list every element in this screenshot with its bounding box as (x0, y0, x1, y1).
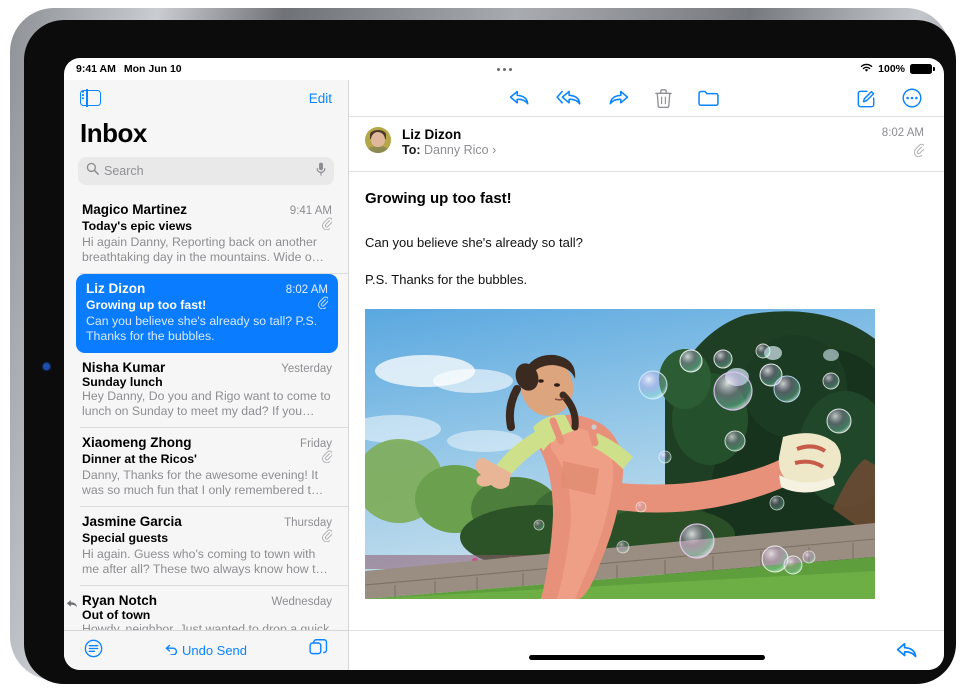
message-date: Yesterday (281, 363, 332, 375)
to-label: To: (402, 143, 421, 157)
status-bar: 9:41 AM Mon Jun 10 100% (64, 58, 944, 80)
message-paragraph: Can you believe she's already so tall? (365, 235, 583, 250)
mailbox-sidebar: Edit Inbox Search Magico Martinez 9:41 A… (64, 80, 349, 670)
message-date: Friday (300, 438, 332, 450)
ipad-screen: 9:41 AM Mon Jun 10 100% Edit Inbox Searc… (64, 58, 944, 670)
page-title: Inbox (80, 118, 147, 148)
message-header: Liz Dizon To: Danny Rico › 8:02 AM (349, 116, 944, 172)
search-input[interactable] (104, 164, 311, 178)
battery-percent-label: 100% (878, 63, 905, 75)
message-list-item[interactable]: Magico Martinez 9:41 AM Today's epic views… (80, 195, 348, 274)
message-timestamp: 8:02 AM (881, 127, 924, 139)
message-toolbar (349, 80, 944, 116)
message-sender: Ryan Notch (82, 593, 158, 608)
reply-icon[interactable] (896, 641, 918, 660)
message-subject: Today's epic views (82, 219, 192, 233)
message-subject: Growing up too fast! (86, 298, 207, 312)
message-preview: Hi again Danny, Reporting back on anothe… (82, 235, 324, 264)
message-list-item[interactable]: Liz Dizon 8:02 AM Growing up too fast! Can … (76, 274, 338, 353)
message-preview: Danny, Thanks for the awesome evening! I… (82, 468, 324, 497)
multitasking-dots-icon[interactable] (496, 67, 512, 71)
status-bar-right: 100% (860, 63, 935, 76)
message-preview: Howdy, neighbor, Just wanted to drop a q… (82, 622, 330, 630)
split-view: Edit Inbox Search Magico Martinez 9:41 A… (64, 80, 944, 670)
undo-arrow-icon (165, 643, 178, 658)
status-bar-center (64, 63, 944, 75)
message-preview: Hey Danny, Do you and Rigo want to come … (82, 389, 331, 418)
message-date: Wednesday (271, 596, 332, 608)
new-window-icon[interactable] (309, 638, 328, 663)
reply-icon[interactable] (509, 89, 530, 107)
sidebar-toggle-icon[interactable] (80, 89, 101, 107)
forward-icon[interactable] (608, 89, 629, 107)
ipad-device-frame: 9:41 AM Mon Jun 10 100% Edit Inbox Searc… (10, 8, 956, 684)
sidebar-bottom-toolbar: Undo Send (64, 630, 348, 670)
replied-arrow-icon (66, 596, 78, 614)
trash-icon[interactable] (655, 88, 672, 108)
paperclip-icon (322, 450, 333, 468)
paperclip-icon (322, 217, 333, 235)
chevron-right-icon[interactable]: › (492, 143, 496, 157)
message-list[interactable]: Magico Martinez 9:41 AM Today's epic views… (64, 195, 348, 630)
message-date: Thursday (284, 517, 332, 529)
message-preview: Hi again. Guess who's coming to town wit… (82, 547, 328, 576)
edit-button[interactable]: Edit (309, 91, 332, 106)
folder-icon[interactable] (698, 90, 719, 107)
message-subject: Dinner at the Ricos' (82, 452, 197, 466)
message-list-item[interactable]: Jasmine Garcia Thursday Special guests Hi a… (80, 507, 348, 586)
message-photo-attachment[interactable] (365, 309, 875, 599)
message-list-item[interactable]: Ryan Notch Wednesday Out of town Howdy, nei… (66, 586, 348, 630)
message-date: 9:41 AM (289, 205, 332, 217)
paperclip-icon (322, 529, 333, 547)
ipad-bezel: 9:41 AM Mon Jun 10 100% Edit Inbox Searc… (24, 20, 956, 684)
compose-icon[interactable] (857, 89, 876, 108)
detail-bottom-toolbar (349, 630, 944, 670)
message-sender: Xiaomeng Zhong (82, 435, 192, 450)
home-indicator[interactable] (528, 655, 765, 660)
more-ellipsis-icon[interactable] (902, 88, 922, 108)
wifi-icon (860, 63, 873, 76)
message-sender: Nisha Kumar (82, 360, 166, 375)
message-detail-pane: Liz Dizon To: Danny Rico › 8:02 AM Growi… (349, 80, 944, 670)
message-recipient[interactable]: To: Danny Rico › (402, 143, 871, 157)
avatar[interactable] (365, 127, 391, 153)
undo-send-button[interactable]: Undo Send (165, 643, 247, 658)
recipient-name: Danny Rico (424, 143, 489, 157)
message-date: 8:02 AM (285, 284, 328, 296)
reply-all-icon[interactable] (556, 89, 582, 107)
bezel-indicator-dot (43, 363, 50, 370)
search-icon (86, 162, 99, 180)
message-subject: Sunday lunch (82, 375, 163, 389)
message-sender: Magico Martinez (82, 202, 188, 217)
message-list-item[interactable]: Xiaomeng Zhong Friday Dinner at the Ricos'… (80, 428, 348, 507)
paperclip-icon (318, 296, 329, 314)
message-preview: Can you believe she's already so tall? P… (86, 314, 318, 343)
message-list-item[interactable]: Nisha Kumar Yesterday Sunday lunch Hey Dann… (80, 353, 348, 428)
message-sender-name: Liz Dizon (402, 127, 462, 142)
message-paragraph: P.S. Thanks for the bubbles. (365, 272, 528, 287)
message-body: Growing up too fast! Can you believe she… (349, 172, 944, 630)
message-sender: Jasmine Garcia (82, 514, 182, 529)
message-subject: Special guests (82, 531, 169, 545)
microphone-icon[interactable] (316, 162, 326, 181)
search-field[interactable] (78, 157, 334, 185)
message-subject: Out of town (82, 608, 151, 622)
undo-send-label: Undo Send (181, 643, 248, 658)
filter-icon[interactable] (84, 639, 103, 663)
search-container (64, 157, 348, 195)
battery-full-icon (910, 64, 935, 74)
paperclip-icon (913, 143, 926, 162)
message-subject: Growing up too fast! (365, 190, 512, 207)
sidebar-toolbar: Edit (64, 80, 348, 116)
message-sender: Liz Dizon (86, 281, 146, 296)
